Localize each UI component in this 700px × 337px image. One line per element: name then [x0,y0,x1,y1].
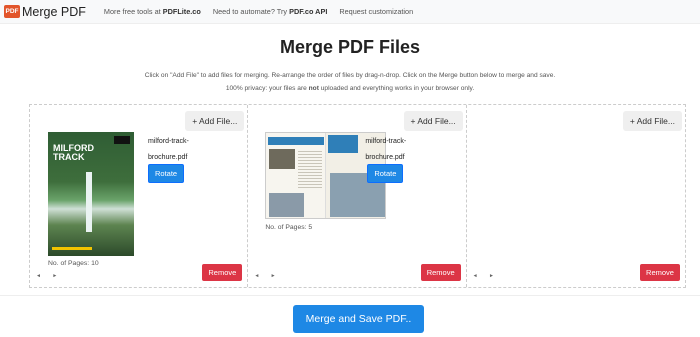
file-slot-2[interactable]: + Add File... milford-track- brochure.pd… [248,105,467,287]
text-block [298,149,323,189]
remove-button[interactable]: Remove [202,264,243,281]
pdfco-api-link[interactable]: PDF.co API [289,7,327,16]
desc-line-2: 100% privacy: your files are not uploade… [0,82,700,95]
add-file-button[interactable]: + Add File... [403,111,463,131]
automate-prefix: Need to automate? Try [212,7,290,16]
right-page-title [328,135,359,153]
request-customization-link[interactable]: Request customization [339,7,413,16]
file-drop-zone[interactable]: + Add File... MILFORD TRACK milford-track… [29,104,686,288]
desc-line-2-bold: not [308,85,319,92]
more-tools-link[interactable]: More free tools at PDFLite.co [104,7,201,16]
remove-button[interactable]: Remove [420,264,461,281]
desc-line-2-prefix: 100% privacy: your files are [225,85,309,92]
more-tools-prefix: More free tools at [103,7,163,16]
app-name: Merge PDF [22,4,86,19]
app-logo[interactable]: PDF Merge PDF [4,5,86,19]
page-title: Merge PDF Files [279,37,421,57]
pdf-thumbnail[interactable]: MILFORD TRACK [48,132,134,256]
brochure-logo-icon [114,136,130,144]
left-page [266,133,327,218]
desc-line-2-suffix: uploaded and everything works in your br… [318,85,475,92]
file-name: milford-track- brochure.pdf [148,134,189,166]
thumbnail-title: MILFORD TRACK [53,144,94,162]
page-description: Click on "Add File" to add files for mer… [0,69,700,95]
photo [269,193,305,217]
file-name-line-1: milford-track- [365,138,407,145]
header-band [268,137,325,145]
footer-bar [52,247,92,250]
rotate-button[interactable]: Rotate [367,164,404,183]
thumbnail-title-line-2: TRACK [53,152,85,162]
photo [269,149,296,169]
pdf-logo-icon: PDF [4,5,20,18]
waterfall-graphic [86,172,92,232]
add-file-button[interactable]: + Add File... [185,111,245,131]
add-file-button[interactable]: + Add File... [622,111,682,131]
file-name: milford-track- brochure.pdf [365,134,406,166]
file-slot-3[interactable]: + Add File... ◄ ► Remove [467,105,685,287]
desc-line-1: Click on "Add File" to add files for mer… [144,72,556,79]
top-nav: PDF Merge PDF More free tools at PDFLite… [0,0,700,24]
reorder-arrows[interactable]: ◄ ► [473,273,499,279]
remove-button[interactable]: Remove [640,264,680,281]
rotate-button[interactable]: Rotate [148,164,185,183]
pdflite-link[interactable]: PDFLite.co [163,7,201,16]
reorder-arrows[interactable]: ◄ ► [254,273,280,279]
page-count: No. of Pages: 5 [265,224,313,231]
page-count: No. of Pages: 10 [48,260,99,267]
divider [0,295,700,296]
reorder-arrows[interactable]: ◄ ► [36,273,62,279]
automate-link[interactable]: Need to automate? Try PDF.co API [213,7,328,16]
file-name-line-1: milford-track- [148,138,189,145]
merge-and-save-button[interactable]: Merge and Save PDF.. [293,305,424,333]
file-slot-1[interactable]: + Add File... MILFORD TRACK milford-track… [30,105,249,287]
nav-links: More free tools at PDFLite.co Need to au… [104,7,425,16]
